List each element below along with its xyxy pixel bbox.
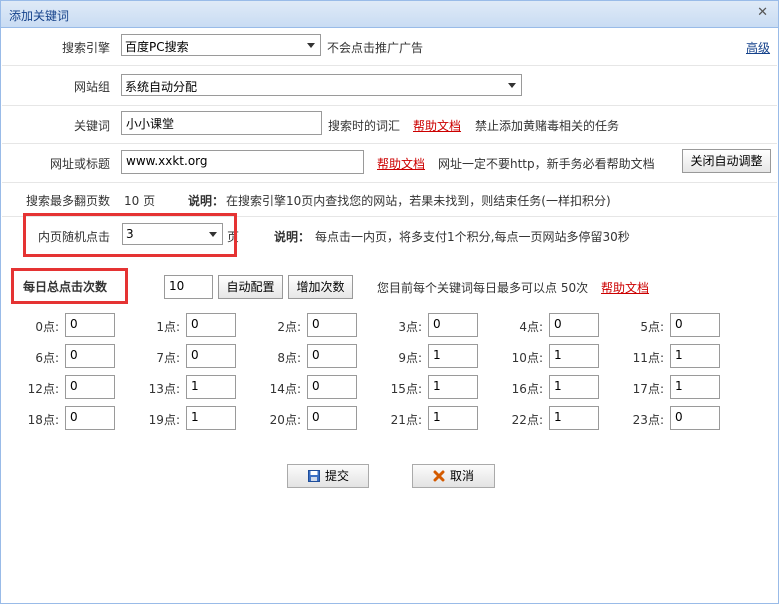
hour-input[interactable]: 1 xyxy=(670,375,720,399)
hour-input[interactable]: 1 xyxy=(670,344,720,368)
hour-input[interactable]: 1 xyxy=(186,406,236,430)
hour-label: 22点: xyxy=(511,413,543,427)
engine-row: 搜索引擎 百度PC搜索 不会点击推广广告 高级 xyxy=(2,28,777,66)
hour-input[interactable]: 0 xyxy=(307,375,357,399)
hour-label: 2点: xyxy=(277,320,301,334)
hour-label: 3点: xyxy=(398,320,422,334)
chevron-down-icon xyxy=(307,43,315,48)
hour-input[interactable]: 0 xyxy=(307,406,357,430)
pages-desc-title: 说明： xyxy=(188,194,225,208)
chevron-down-icon xyxy=(508,83,516,88)
advanced-link[interactable]: 高级 xyxy=(746,39,770,56)
keyword-warning: 禁止添加黄赌毒相关的任务 xyxy=(475,119,620,133)
hour-label: 14点: xyxy=(269,382,301,396)
close-icon[interactable]: ✕ xyxy=(757,5,768,20)
hour-input[interactable]: 1 xyxy=(549,344,599,368)
group-select-value: 系统自动分配 xyxy=(125,80,198,94)
keyword-label: 关键词 xyxy=(73,119,110,133)
hour-label: 5点: xyxy=(640,320,664,334)
add-count-button[interactable]: 增加次数 xyxy=(288,275,353,299)
hour-label: 16点: xyxy=(511,382,543,396)
url-label: 网址或标题 xyxy=(49,157,110,171)
url-note: 网址一定不要http，新手务必看帮助文档 xyxy=(438,157,655,171)
hour-input[interactable]: 0 xyxy=(549,313,599,337)
pages-row: 搜索最多翻页数 10 页 说明： 在搜索引擎10页内查找您的网站，若果未找到，则… xyxy=(2,183,777,217)
hour-label: 21点: xyxy=(390,413,422,427)
hour-input[interactable]: 0 xyxy=(65,313,115,337)
hour-input[interactable]: 0 xyxy=(307,313,357,337)
cancel-button[interactable]: 取消 xyxy=(412,464,495,488)
inner-desc-title: 说明： xyxy=(274,230,311,244)
url-row: 网址或标题 www.xxkt.org 帮助文档 网址一定不要http，新手务必看… xyxy=(2,144,777,183)
hour-label: 8点: xyxy=(277,351,301,365)
hour-label: 7点: xyxy=(156,351,180,365)
hour-input[interactable]: 0 xyxy=(65,375,115,399)
cancel-label: 取消 xyxy=(450,469,475,483)
hour-label: 13点: xyxy=(148,382,180,396)
hour-label: 23点: xyxy=(632,413,664,427)
keyword-help-link[interactable]: 帮助文档 xyxy=(413,117,461,134)
inner-highlight-box xyxy=(23,213,237,257)
hour-input[interactable]: 1 xyxy=(186,375,236,399)
inner-desc: 每点击一内页，将多支付1个积分,每点一页网站多停留30秒 xyxy=(315,230,630,244)
submit-label: 提交 xyxy=(325,469,350,483)
keyword-input[interactable]: 小小课堂 xyxy=(121,111,322,135)
daily-help-link[interactable]: 帮助文档 xyxy=(601,279,649,296)
hour-label: 19点: xyxy=(148,413,180,427)
hour-input[interactable]: 1 xyxy=(428,375,478,399)
cancel-icon xyxy=(433,470,445,482)
engine-label: 搜索引擎 xyxy=(61,41,110,55)
dialog-title: 添加关键词 xyxy=(9,9,70,23)
save-icon xyxy=(308,470,320,482)
hour-label: 0点: xyxy=(35,320,59,334)
hour-input[interactable]: 1 xyxy=(428,406,478,430)
hour-label: 10点: xyxy=(511,351,543,365)
hour-input[interactable]: 0 xyxy=(307,344,357,368)
daily-info: 您目前每个关键词每日最多可以点 50次 xyxy=(377,281,589,295)
group-row: 网站组 系统自动分配 xyxy=(2,66,777,106)
url-input[interactable]: www.xxkt.org xyxy=(121,150,364,174)
engine-select-value: 百度PC搜索 xyxy=(125,40,189,54)
pages-desc: 在搜索引擎10页内查找您的网站，若果未找到，则结束任务(一样扣积分) xyxy=(226,194,611,208)
hour-input[interactable]: 1 xyxy=(549,406,599,430)
hour-input[interactable]: 1 xyxy=(549,375,599,399)
hour-input[interactable]: 0 xyxy=(670,406,720,430)
hour-input[interactable]: 0 xyxy=(428,313,478,337)
hour-label: 12点: xyxy=(27,382,59,396)
hour-label: 15点: xyxy=(390,382,422,396)
engine-select[interactable]: 百度PC搜索 xyxy=(121,34,321,56)
hour-label: 20点: xyxy=(269,413,301,427)
url-help-link[interactable]: 帮助文档 xyxy=(377,155,425,172)
hour-label: 11点: xyxy=(632,351,664,365)
submit-button[interactable]: 提交 xyxy=(287,464,369,488)
pages-label: 搜索最多翻页数 xyxy=(25,194,110,208)
hour-input[interactable]: 0 xyxy=(186,313,236,337)
hour-input[interactable]: 0 xyxy=(186,344,236,368)
engine-note: 不会点击推广广告 xyxy=(327,41,424,55)
auto-config-button[interactable]: 自动配置 xyxy=(218,275,283,299)
group-select[interactable]: 系统自动分配 xyxy=(121,74,522,96)
daily-input[interactable]: 10 xyxy=(164,275,213,299)
pages-value: 10 页 xyxy=(124,194,156,208)
disable-auto-adjust-button[interactable]: 关闭自动调整 xyxy=(682,149,771,173)
dialog-titlebar: 添加关键词 ✕ xyxy=(1,1,778,28)
hour-label: 4点: xyxy=(519,320,543,334)
hour-label: 18点: xyxy=(27,413,59,427)
add-keyword-dialog: 添加关键词 ✕ 搜索引擎 百度PC搜索 不会点击推广广告 高级 网站组 系统自动… xyxy=(0,0,779,604)
keyword-row: 关键词 小小课堂 搜索时的词汇 帮助文档 禁止添加黄赌毒相关的任务 xyxy=(2,106,777,144)
hour-label: 1点: xyxy=(156,320,180,334)
hour-input[interactable]: 0 xyxy=(65,406,115,430)
hour-label: 6点: xyxy=(35,351,59,365)
keyword-hint: 搜索时的词汇 xyxy=(328,119,401,133)
hour-input[interactable]: 0 xyxy=(65,344,115,368)
daily-highlight-box xyxy=(11,268,128,304)
group-label: 网站组 xyxy=(73,80,110,94)
hour-label: 9点: xyxy=(398,351,422,365)
hour-input[interactable]: 0 xyxy=(670,313,720,337)
hour-input[interactable]: 1 xyxy=(428,344,478,368)
hour-label: 17点: xyxy=(632,382,664,396)
